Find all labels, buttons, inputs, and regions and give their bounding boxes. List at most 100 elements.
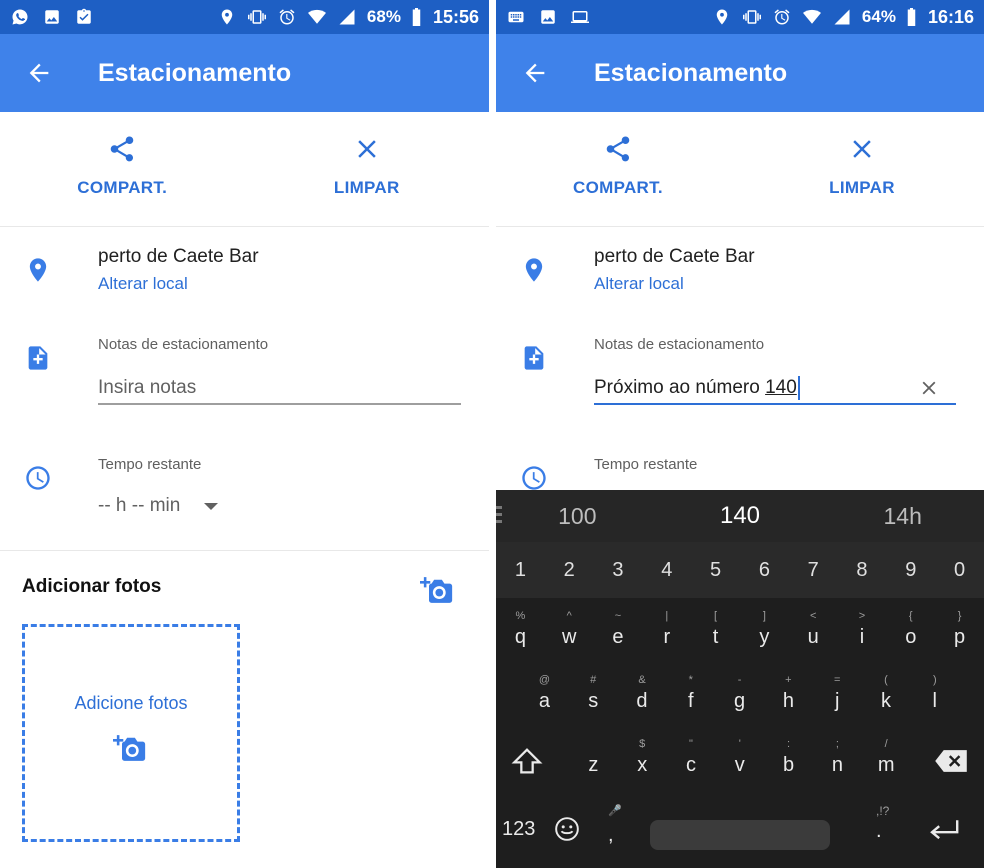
whatsapp-icon bbox=[10, 8, 30, 26]
key-k[interactable]: (k bbox=[862, 662, 911, 726]
mic-icon: 🎤 bbox=[608, 805, 622, 817]
status-bar: 64% 16:16 bbox=[496, 0, 984, 34]
notes-input[interactable]: Insira notas bbox=[98, 373, 461, 405]
back-button[interactable] bbox=[0, 34, 78, 112]
left-screen: 68% 15:56 Estacionamento COMPART. LIMPAR… bbox=[0, 0, 489, 868]
key-8[interactable]: 8 bbox=[838, 559, 887, 582]
close-icon bbox=[847, 134, 877, 164]
key-6[interactable]: 6 bbox=[740, 559, 789, 582]
page-title: Estacionamento bbox=[98, 58, 292, 87]
key-1[interactable]: 1 bbox=[496, 559, 545, 582]
key-a[interactable]: @ a bbox=[520, 662, 569, 726]
key-7[interactable]: 7 bbox=[789, 559, 838, 582]
back-arrow-icon bbox=[25, 59, 53, 87]
notes-label: Notas de estacionamento bbox=[594, 336, 765, 353]
key-z[interactable]: z bbox=[569, 726, 618, 790]
suggestion-1[interactable]: 100 bbox=[496, 503, 659, 530]
clear-text-button[interactable] bbox=[918, 377, 940, 399]
add-photo-box[interactable]: Adicione fotos bbox=[22, 624, 240, 842]
laptop-icon bbox=[570, 8, 590, 26]
share-icon bbox=[603, 134, 633, 164]
key-e[interactable]: ~ e bbox=[594, 598, 643, 662]
key-p[interactable]: } p bbox=[935, 598, 984, 662]
alarm-icon bbox=[277, 8, 297, 26]
key-9[interactable]: 9 bbox=[886, 559, 935, 582]
keyboard-icon bbox=[506, 8, 526, 26]
key-m[interactable]: / m bbox=[862, 726, 911, 790]
gallery-icon bbox=[42, 8, 62, 26]
clear-label: LIMPAR bbox=[829, 178, 895, 197]
change-location-link[interactable]: Alterar local bbox=[98, 274, 461, 294]
key-d[interactable]: & d bbox=[618, 662, 667, 726]
key-period[interactable]: . bbox=[876, 820, 882, 843]
key-o[interactable]: {o bbox=[886, 598, 935, 662]
divider bbox=[0, 550, 489, 551]
add-photo-label: Adicione fotos bbox=[74, 692, 188, 713]
key-3[interactable]: 3 bbox=[594, 559, 643, 582]
key-n[interactable]: ; n bbox=[813, 726, 862, 790]
key-w[interactable]: ^ w bbox=[545, 598, 594, 662]
battery-icon bbox=[411, 8, 423, 26]
right-screen: 64% 16:16 Estacionamento COMPART. LIMPAR… bbox=[496, 0, 984, 868]
suggestion-2[interactable]: 140 bbox=[659, 502, 822, 530]
share-button[interactable]: COMPART. bbox=[0, 112, 245, 226]
key-v[interactable]: ' v bbox=[715, 726, 764, 790]
time-label: Tempo restante bbox=[98, 456, 202, 473]
key-row-2: @ a # s & d * f -g + h = j (k ) l bbox=[496, 662, 984, 726]
key-g[interactable]: -g bbox=[715, 662, 764, 726]
key-space[interactable] bbox=[650, 820, 830, 850]
key-0[interactable]: 0 bbox=[935, 559, 984, 582]
key-t[interactable]: [t bbox=[691, 598, 740, 662]
time-dropdown[interactable]: -- h -- min bbox=[98, 495, 461, 517]
key-row-3: z $ x " c ' v :b ; n / m bbox=[496, 726, 984, 790]
emoji-icon[interactable] bbox=[554, 816, 580, 842]
key-5[interactable]: 5 bbox=[691, 559, 740, 582]
pin-icon bbox=[24, 256, 52, 284]
time-row: Tempo restante -- h -- min bbox=[0, 450, 489, 530]
clear-button[interactable]: LIMPAR bbox=[740, 112, 984, 226]
key-h[interactable]: + h bbox=[764, 662, 813, 726]
key-y[interactable]: ] y bbox=[740, 598, 789, 662]
share-button[interactable]: COMPART. bbox=[496, 112, 740, 226]
key-r[interactable]: | r bbox=[642, 598, 691, 662]
key-row-bottom: 123 🎤 , ,!? . bbox=[496, 790, 984, 868]
key-u[interactable]: < u bbox=[789, 598, 838, 662]
shift-icon[interactable] bbox=[510, 744, 544, 778]
key-comma[interactable]: , bbox=[608, 824, 614, 847]
clipboard-check-icon bbox=[74, 8, 94, 26]
notes-row: Notas de estacionamento Próximo ao númer… bbox=[496, 330, 984, 420]
key-f[interactable]: * f bbox=[666, 662, 715, 726]
key-q[interactable]: % q bbox=[496, 598, 545, 662]
backspace-icon[interactable] bbox=[934, 748, 968, 774]
place-row: perto de Caete Bar Alterar local bbox=[496, 228, 984, 308]
enter-icon[interactable] bbox=[926, 816, 962, 846]
signal-icon bbox=[832, 8, 852, 26]
clear-button[interactable]: LIMPAR bbox=[245, 112, 490, 226]
status-time: 15:56 bbox=[432, 6, 479, 27]
signal-icon bbox=[337, 8, 357, 26]
page-title: Estacionamento bbox=[594, 58, 788, 87]
key-j[interactable]: = j bbox=[813, 662, 862, 726]
key-i[interactable]: > i bbox=[838, 598, 887, 662]
location-icon bbox=[712, 8, 732, 26]
key-c[interactable]: " c bbox=[667, 726, 716, 790]
key-l[interactable]: ) l bbox=[910, 662, 959, 726]
back-button[interactable] bbox=[496, 34, 574, 112]
share-icon bbox=[107, 134, 137, 164]
photos-title: Adicionar fotos bbox=[22, 576, 162, 597]
note-add-icon bbox=[24, 344, 52, 372]
key-2[interactable]: 2 bbox=[545, 559, 594, 582]
text-caret bbox=[797, 376, 800, 400]
key-4[interactable]: 4 bbox=[642, 559, 691, 582]
notes-input[interactable]: Próximo ao número 140 bbox=[594, 373, 956, 405]
key-x[interactable]: $ x bbox=[618, 726, 667, 790]
suggestion-bar: 100 140 14h bbox=[496, 490, 984, 542]
key-b[interactable]: :b bbox=[764, 726, 813, 790]
add-photo-icon[interactable] bbox=[420, 574, 456, 606]
key-123[interactable]: 123 bbox=[502, 818, 535, 841]
key-s[interactable]: # s bbox=[569, 662, 618, 726]
change-location-link[interactable]: Alterar local bbox=[594, 274, 956, 294]
grip-icon bbox=[496, 506, 502, 526]
suggestion-3[interactable]: 14h bbox=[821, 503, 984, 530]
clock-icon bbox=[520, 464, 548, 492]
